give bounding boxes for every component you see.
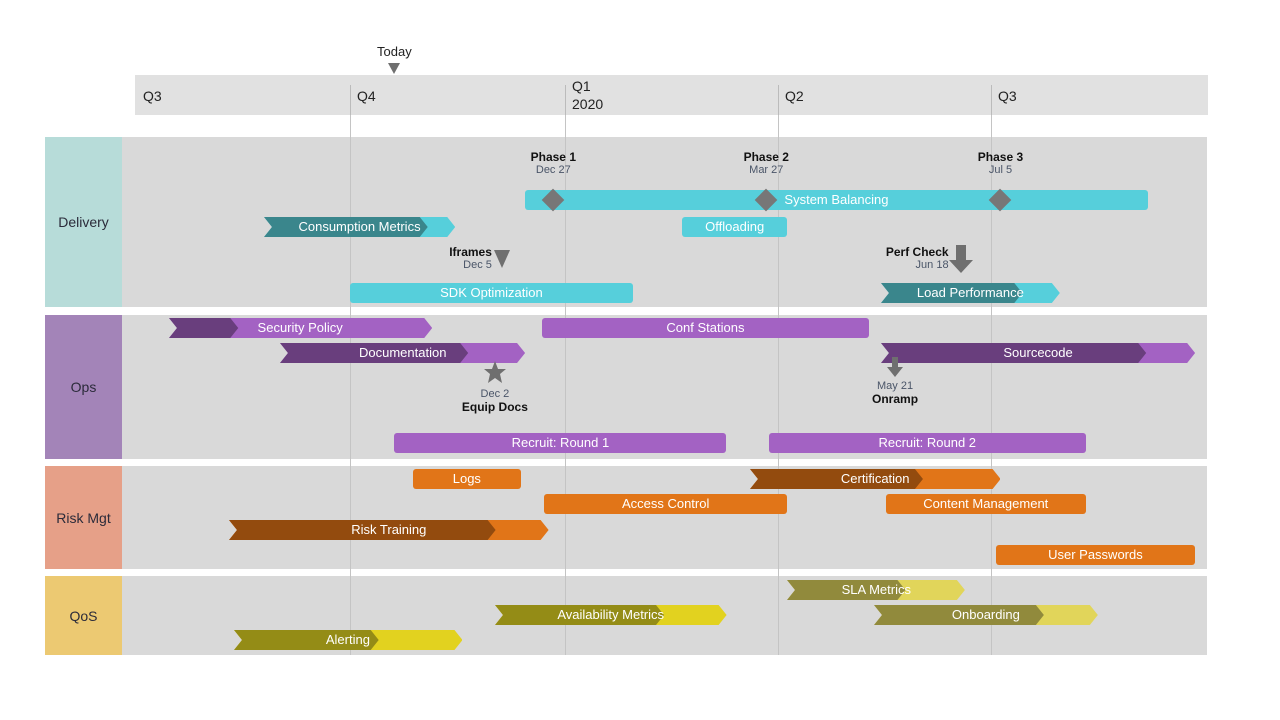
milestone-arrow-down-icon [948,245,973,273]
today-label: Today [377,44,412,59]
task-bar[interactable]: System Balancing [525,190,1148,210]
task-chevron[interactable]: Consumption Metrics [263,217,456,237]
quarter-gridline [350,115,351,655]
task-label: Load Performance [916,285,1024,300]
quarter-label: Q3 [143,88,162,104]
task-label: Consumption Metrics [298,219,421,234]
quarter-label: Q1 2020 [572,78,604,112]
milestone[interactable]: Phase 1 Dec 27 [513,150,593,176]
task-chevron[interactable]: Load Performance [880,283,1060,303]
milestone-title: Phase 1 [530,150,576,164]
task-bar[interactable]: Recruit: Round 1 [394,433,727,453]
task-label: SLA Metrics [841,582,911,597]
task-label: Sourcecode [1003,345,1073,360]
quarter-tick [778,85,779,115]
swimlane-label: Ops [45,315,122,459]
milestone-title: Onramp [872,392,919,406]
task-bar[interactable]: Logs [413,469,521,489]
swimlane-label: Risk Mgt [45,466,122,569]
milestone-arrow-down-icon [887,357,904,377]
milestone-triangle-icon [493,250,510,268]
task-chevron[interactable]: Security Policy [168,318,432,338]
milestone[interactable]: Phase 2 Mar 27 [726,150,806,176]
swimlane-title: Risk Mgt [56,509,111,526]
milestone-date: May 21 [876,380,914,392]
task-bar[interactable]: Content Management [885,494,1086,514]
milestone[interactable]: Phase 3 Jul 5 [960,150,1040,176]
milestone[interactable]: May 21 Onramp [855,380,935,406]
quarter-label: Q4 [357,88,376,104]
task-bar[interactable]: Conf Stations [541,318,870,338]
milestone-title: Iframes [449,245,492,259]
timeline-chart: Q3 Q4 Q1 2020 Q2 Q3 Today Delivery System Bala… [0,0,1280,720]
milestone[interactable]: Iframes Dec 5 [432,245,492,271]
milestone-date: Jul 5 [988,164,1013,176]
milestone-title: Perf Check [885,245,949,259]
task-label: Certification [840,471,910,486]
milestone-title: Phase 2 [743,150,789,164]
milestone-date: Mar 27 [749,164,784,176]
milestone-date: Jun 18 [915,259,949,271]
swimlane-title: Ops [70,379,97,395]
task-label: Alerting [325,632,370,647]
task-chevron[interactable]: Risk Training [229,520,549,540]
milestone[interactable]: Perf Check Jun 18 [861,245,949,271]
milestone-star-icon [483,361,506,383]
milestone-title: Equip Docs [461,400,528,414]
quarter-tick [991,85,992,115]
swimlane-label: Delivery [45,137,122,307]
milestone-date: Dec 5 [463,259,492,271]
task-label: Onboarding [951,607,1020,622]
swimlane-title: QoS [69,607,98,624]
quarter-label: Q2 [785,88,804,104]
swimlane-label: QoS [45,576,122,655]
task-chevron[interactable]: Certification [749,469,1001,489]
milestone-date: Dec 2 [480,388,510,400]
task-bar[interactable]: Offloading [682,217,788,237]
task-chevron[interactable]: Alerting [233,630,463,650]
swimlane-title: Delivery [58,214,109,230]
task-label: Security Policy [257,320,343,335]
time-scale: Q3 Q4 Q1 2020 Q2 Q3 [135,75,1208,115]
task-label: Availability Metrics [557,607,665,622]
today-marker-icon [388,63,401,74]
milestone[interactable]: Dec 2 Equip Docs [455,388,535,414]
milestone-date: Dec 27 [535,164,571,176]
task-bar[interactable]: Recruit: Round 2 [768,433,1086,453]
task-label: Risk Training [351,522,427,537]
task-bar[interactable]: Access Control [543,494,788,514]
task-chevron[interactable]: SLA Metrics [787,580,966,600]
task-bar[interactable]: SDK Optimization [350,283,633,303]
quarter-tick [565,85,566,115]
milestone-title: Phase 3 [977,150,1024,164]
task-chevron[interactable]: Onboarding [873,605,1098,625]
task-chevron[interactable]: Availability Metrics [494,605,727,625]
quarter-label: Q3 [998,88,1017,104]
task-bar[interactable]: User Passwords [995,545,1196,565]
quarter-tick [350,85,351,115]
task-chevron[interactable]: Sourcecode [880,343,1196,363]
